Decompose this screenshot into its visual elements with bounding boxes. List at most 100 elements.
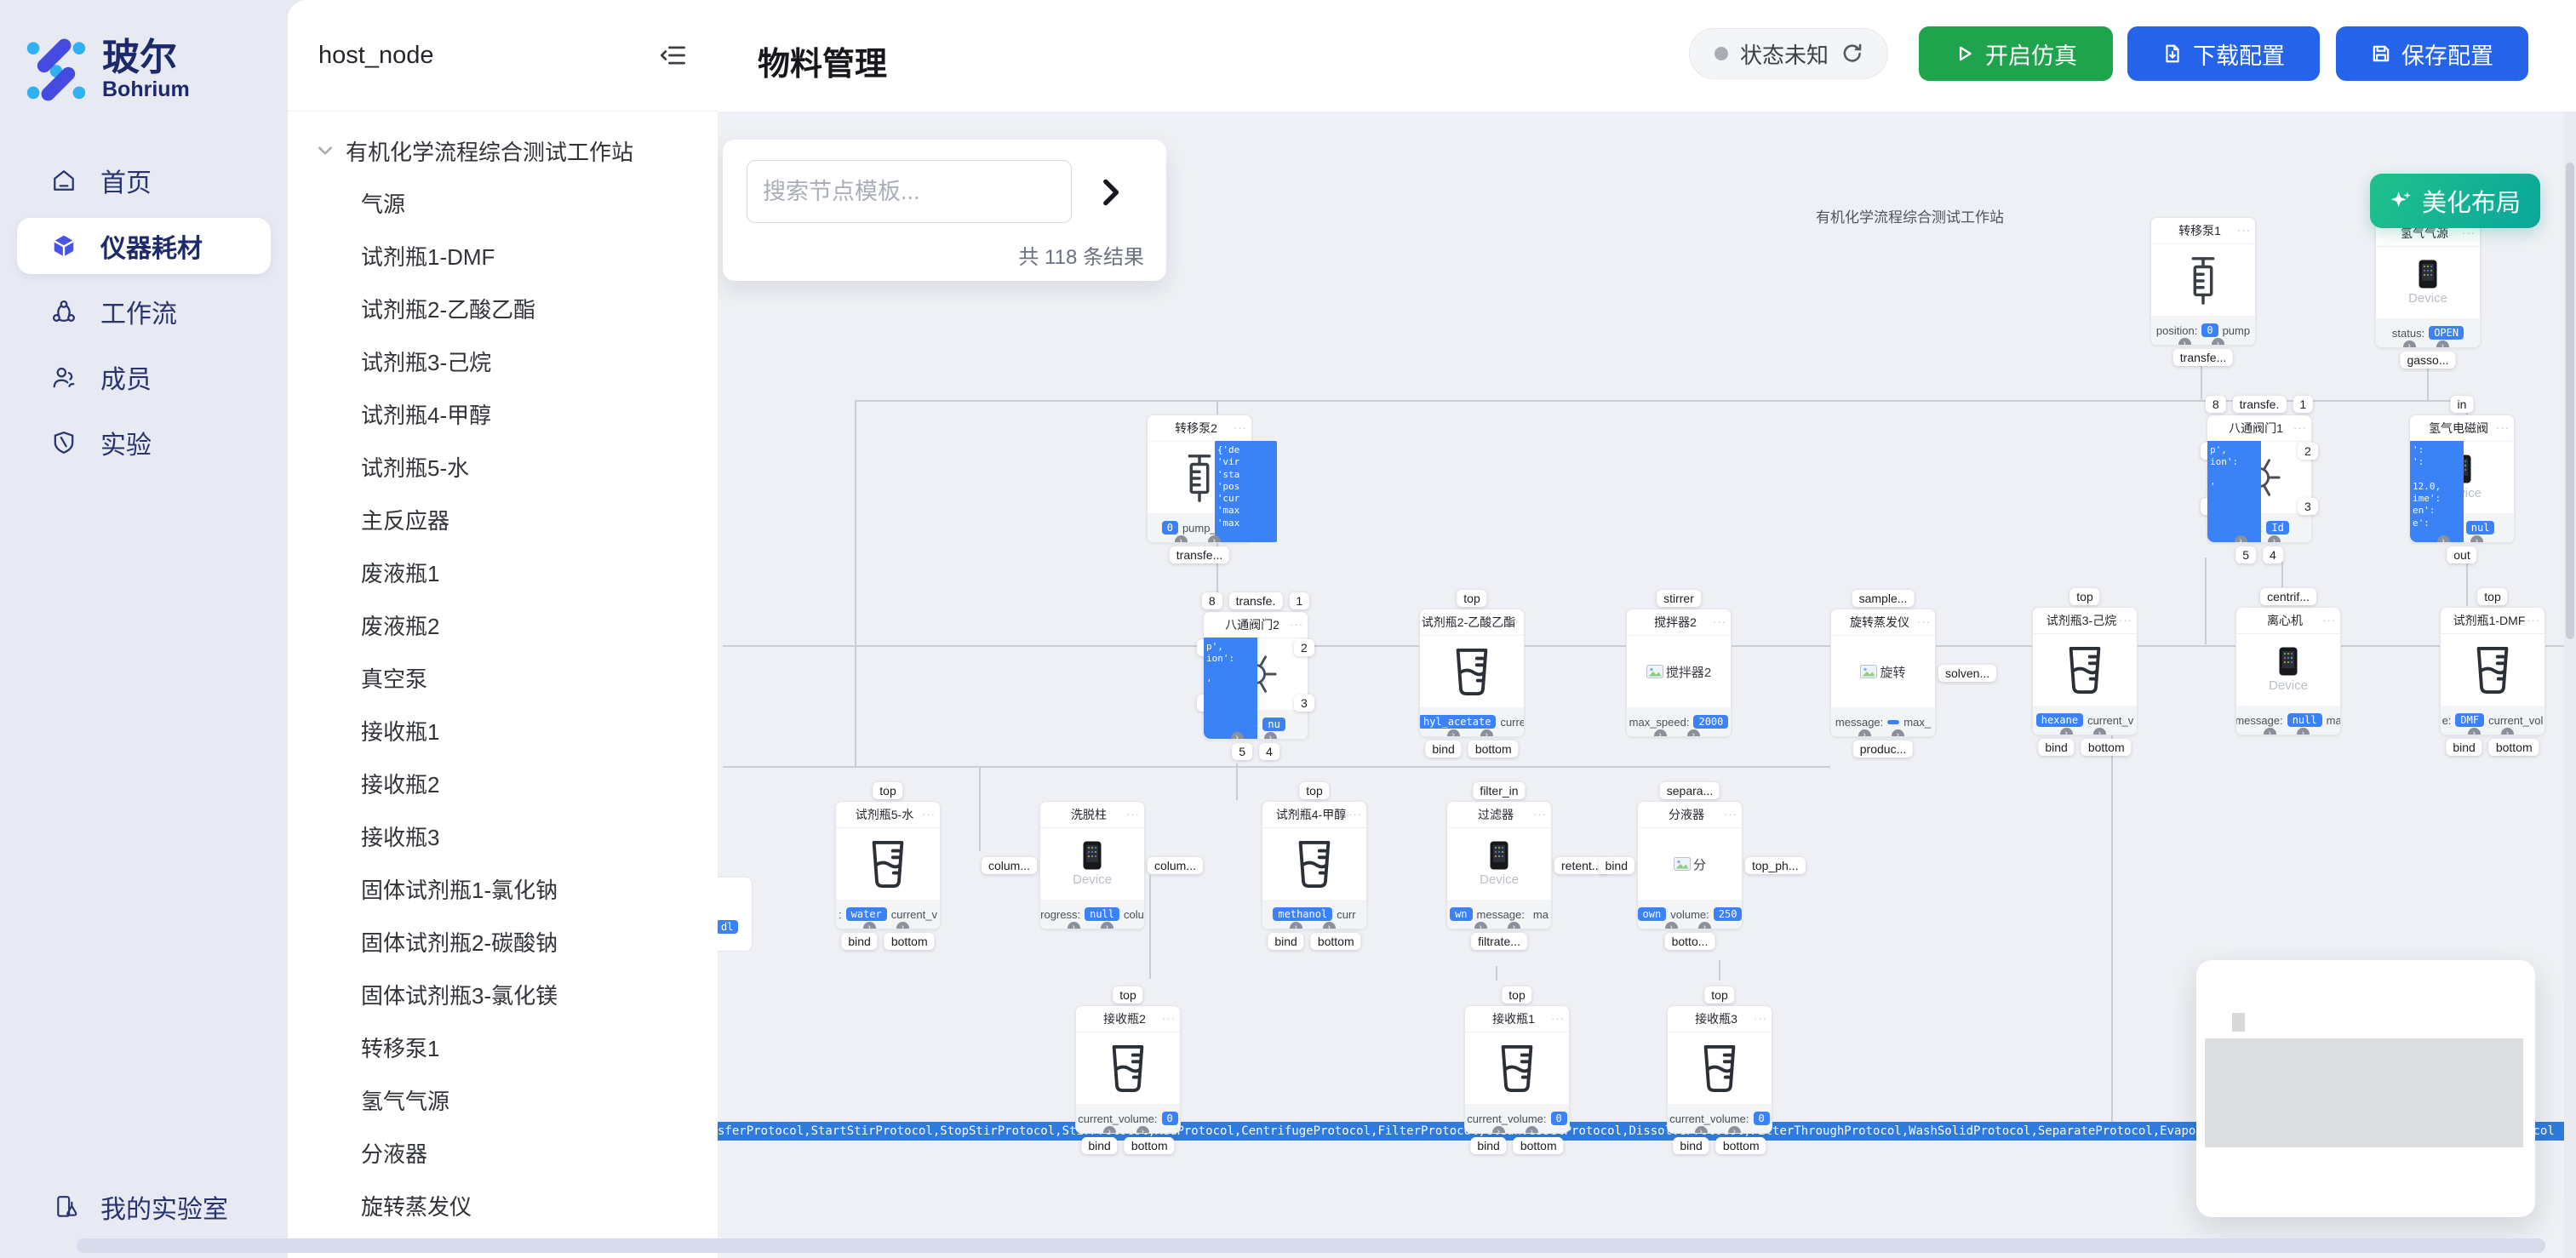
beautify-layout-button[interactable]: 美化布局: [2370, 174, 2540, 228]
port-tag-1[interactable]: 1: [1289, 592, 1309, 609]
param-value-badge[interactable]: wn: [1450, 907, 1472, 921]
param-handle-icon[interactable]: ›: [1698, 922, 1711, 929]
node-menu-icon[interactable]: ···: [2293, 415, 2307, 441]
tree-item-废液瓶2[interactable]: 废液瓶2: [288, 598, 718, 651]
param-handle-icon[interactable]: ›: [1101, 922, 1113, 929]
param-value-badge[interactable]: own: [1638, 907, 1666, 921]
tree-item-固体试剂瓶2-碳酸钠[interactable]: 固体试剂瓶2-碳酸钠: [288, 915, 718, 968]
save-config-button[interactable]: 保存配置: [2336, 26, 2528, 81]
node-menu-icon[interactable]: ···: [922, 802, 936, 827]
port-tag-3[interactable]: 3: [1294, 695, 1314, 712]
param-handle-icon[interactable]: ›: [1447, 729, 1460, 736]
download-config-button[interactable]: 下载配置: [2127, 26, 2320, 81]
tree-item-试剂瓶5-水[interactable]: 试剂瓶5-水: [288, 440, 718, 493]
param-handle-icon[interactable]: ›: [1654, 729, 1667, 736]
port-tag-bind[interactable]: bind: [1673, 1137, 1709, 1154]
port-tag-8[interactable]: 8: [2206, 396, 2226, 413]
port-tag-top[interactable]: top: [2477, 588, 2507, 605]
flow-node-转移泵2[interactable]: 转移泵2···0pump_info:››{'de 'vir 'sta 'pos …: [1147, 415, 1252, 543]
port-tag-filter_in[interactable]: filter_in: [1473, 782, 1525, 799]
port-tag-bind[interactable]: bind: [1470, 1137, 1506, 1154]
port-tag-colum...[interactable]: colum...: [1148, 857, 1203, 874]
flow-node-试剂瓶1-DMF[interactable]: 试剂瓶1-DMF···e:DMFcurrent_vol››topbindbott…: [2440, 607, 2545, 735]
param-handle-icon[interactable]: ›: [1103, 1126, 1116, 1133]
param-value-badge[interactable]: 250: [1714, 907, 1742, 921]
flow-node-旋转蒸发仪[interactable]: 旋转蒸发仪···旋转message:max_››sample...produc.…: [1830, 609, 1936, 737]
port-tag-transfe...[interactable]: transfe...: [2173, 349, 2233, 366]
port-tag-in[interactable]: in: [2451, 396, 2474, 413]
param-value-badge[interactable]: 0: [2201, 323, 2218, 337]
flow-node-氢气电磁阀[interactable]: 氢气电磁阀···Devicestatus:nul››': ': 12.0, im…: [2409, 415, 2515, 543]
flow-node-搅拌器2[interactable]: 搅拌器2···搅拌器2max_speed:2000››stirrer: [1626, 609, 1732, 737]
port-tag-bind[interactable]: bind: [1268, 933, 1303, 950]
tree-item-主反应器[interactable]: 主反应器: [288, 493, 718, 546]
param-handle-icon[interactable]: ›: [1208, 535, 1221, 542]
sidebar-item-仪器耗材[interactable]: 仪器耗材: [17, 218, 271, 274]
port-tag-4[interactable]: 4: [1259, 743, 1279, 760]
param-handle-icon[interactable]: ›: [2470, 535, 2483, 542]
param-handle-icon[interactable]: ›: [863, 922, 876, 929]
param-value-badge[interactable]: 2000: [1693, 715, 1728, 729]
flow-node-试剂瓶4-甲醇[interactable]: 试剂瓶4-甲醇···methanolcurr››topbindbottom: [1262, 801, 1367, 929]
flow-node-分液器[interactable]: 分液器···分ownvolume:250››separa...botto...b…: [1637, 801, 1743, 929]
port-tag-colum...[interactable]: colum...: [982, 857, 1037, 874]
param-value-badge[interactable]: [1887, 720, 1899, 724]
flow-node-八通阀门1[interactable]: 八通阀门1···status:Id››p', ion': '8transfe.1…: [2207, 415, 2312, 543]
node-menu-icon[interactable]: ···: [1348, 802, 1362, 827]
param-value-badge[interactable]: nu: [1262, 718, 1285, 731]
tree-item-接收瓶2[interactable]: 接收瓶2: [288, 757, 718, 809]
param-handle-icon[interactable]: ›: [1687, 729, 1700, 736]
port-tag-bottom[interactable]: bottom: [2489, 739, 2539, 756]
tree-item-试剂瓶2-乙酸乙酯[interactable]: 试剂瓶2-乙酸乙酯: [288, 282, 718, 335]
node-menu-icon[interactable]: ···: [1126, 802, 1140, 827]
node-menu-icon[interactable]: ···: [1506, 609, 1520, 635]
node-menu-icon[interactable]: ···: [2527, 608, 2540, 633]
flow-canvas[interactable]: 有机化学流程综合测试工作站 sferProtocol,StartStirProt…: [718, 112, 2576, 1258]
node-menu-icon[interactable]: ···: [1290, 612, 1303, 638]
node-menu-icon[interactable]: ···: [2496, 415, 2510, 441]
port-tag-transfe.[interactable]: transfe.: [2233, 396, 2287, 413]
param-handle-icon[interactable]: ›: [2235, 535, 2247, 542]
port-tag-2[interactable]: 2: [1294, 639, 1314, 656]
minimap[interactable]: [2196, 960, 2535, 1217]
tree-item-接收瓶3[interactable]: 接收瓶3: [288, 809, 718, 862]
port-tag-transfe...[interactable]: transfe...: [1170, 546, 1229, 563]
port-tag-solven...[interactable]: solven...: [1938, 665, 1996, 682]
port-tag-1[interactable]: 1: [2293, 396, 2313, 413]
param-handle-icon[interactable]: ›: [1526, 1126, 1538, 1133]
param-handle-icon[interactable]: ›: [1480, 729, 1493, 736]
param-handle-icon[interactable]: ›: [1290, 922, 1302, 929]
tree-root-item[interactable]: 有机化学流程综合测试工作站: [288, 125, 718, 176]
port-tag-stirrer[interactable]: stirrer: [1657, 590, 1701, 607]
param-handle-icon[interactable]: ›: [2297, 728, 2310, 735]
node-menu-icon[interactable]: ···: [2322, 608, 2336, 633]
param-handle-icon[interactable]: ›: [1323, 922, 1336, 929]
param-handle-icon[interactable]: ›: [1231, 732, 1244, 739]
node-menu-icon[interactable]: ···: [1713, 609, 1726, 635]
port-tag-2[interactable]: 2: [2298, 443, 2318, 460]
tree-item-试剂瓶4-甲醇[interactable]: 试剂瓶4-甲醇: [288, 387, 718, 440]
sidebar-item-实验[interactable]: 实验: [17, 415, 271, 471]
tree-item-分液器[interactable]: 分液器: [288, 1126, 718, 1179]
port-tag-5[interactable]: 5: [1232, 743, 1252, 760]
port-tag-out[interactable]: out: [2447, 546, 2476, 563]
tree-item-气源[interactable]: 气源: [288, 176, 718, 229]
port-tag-bottom[interactable]: bottom: [1311, 933, 1361, 950]
param-handle-icon[interactable]: ›: [1665, 922, 1678, 929]
panel-collapse-icon[interactable]: [660, 42, 687, 69]
param-handle-icon[interactable]: ›: [2437, 535, 2450, 542]
port-tag-separa...[interactable]: separa...: [1660, 782, 1720, 799]
port-tag-bottom[interactable]: bottom: [1716, 1137, 1766, 1154]
port-tag-bottom[interactable]: bottom: [884, 933, 935, 950]
port-tag-gasso...[interactable]: gasso...: [2400, 352, 2455, 369]
param-handle-icon[interactable]: ›: [1728, 1126, 1741, 1133]
port-tag-4[interactable]: 4: [2263, 546, 2283, 563]
param-value-badge[interactable]: 0: [1754, 1112, 1770, 1125]
param-handle-icon[interactable]: ›: [1474, 922, 1487, 929]
param-handle-icon[interactable]: ›: [2268, 535, 2281, 542]
flow-node-试剂瓶5-水[interactable]: 试剂瓶5-水···:watercurrent_v››topbindbottom: [835, 801, 941, 929]
tree-item-试剂瓶3-己烷[interactable]: 试剂瓶3-己烷: [288, 335, 718, 387]
sidebar-item-工作流[interactable]: 工作流: [17, 283, 271, 340]
port-tag-top[interactable]: top: [1704, 986, 1734, 1004]
sidebar-item-成员[interactable]: 成员: [17, 349, 271, 405]
